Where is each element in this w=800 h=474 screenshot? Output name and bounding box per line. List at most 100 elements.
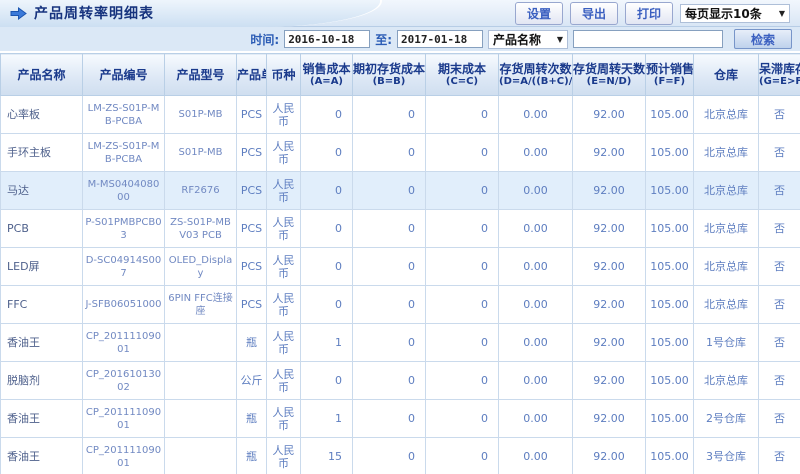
cell-sales-cost: 15 [301,438,353,474]
table-row[interactable]: 香油王 CP_20111109001 瓶 人民币 1 0 0 0.00 92.0… [1,324,800,362]
cell-unit: PCS [237,134,267,172]
date-from-input[interactable] [284,30,370,48]
cell-expected-sales: 105.00 [646,210,694,248]
column-header[interactable]: 期末成本 (C=C) [426,54,499,96]
cell-end-cost: 0 [426,324,499,362]
cell-turnover-days: 92.00 [573,438,646,474]
cell-warehouse: 3号仓库 [694,438,759,474]
cell-product-model: RF2676 [165,172,237,210]
table-row[interactable]: LED屏 D-SC04914S007 OLED_Display PCS 人民币 … [1,248,800,286]
cell-sales-cost: 0 [301,362,353,400]
cell-sales-cost: 0 [301,96,353,134]
cell-end-cost: 0 [426,438,499,474]
cell-begin-cost: 0 [353,286,426,324]
cell-begin-cost: 0 [353,172,426,210]
column-header[interactable]: 呆滞库存 (G=E>F) [759,54,800,96]
cell-product-code: M-MS040408000 [83,172,165,210]
column-header[interactable]: 产品名称 [1,54,83,96]
column-formula: (D=A/((B+C)/ [499,76,572,88]
column-header[interactable]: 期初存货成本 (B=B) [353,54,426,96]
date-to-input[interactable] [397,30,483,48]
column-label: 币种 [267,68,300,82]
export-button[interactable]: 导出 [570,2,618,25]
table-row[interactable]: 脱脑剂 CP_20161013002 公斤 人民币 0 0 0 0.00 92.… [1,362,800,400]
column-header[interactable]: 产品编号 [83,54,165,96]
cell-product-code: CP_20161013002 [83,362,165,400]
cell-product-name: 香油王 [1,400,83,438]
table-header-row: 产品名称 产品编号 产品型号 产品单 币种 销售成本 (A=A) 期初存货成本 … [1,54,800,96]
cell-product-model [165,324,237,362]
column-header[interactable]: 产品单 [237,54,267,96]
column-formula: (C=C) [426,76,498,88]
cell-sluggish: 否 [759,324,800,362]
table-row[interactable]: 马达 M-MS040408000 RF2676 PCS 人民币 0 0 0 0.… [1,172,800,210]
cell-sluggish: 否 [759,438,800,474]
cell-product-name: 手环主板 [1,134,83,172]
table-row[interactable]: FFC J-SFB06051000 6PIN FFC连接座 PCS 人民币 0 … [1,286,800,324]
table-row[interactable]: 香油王 CP_20111109001 瓶 人民币 15 0 0 0.00 92.… [1,438,800,474]
cell-warehouse: 北京总库 [694,96,759,134]
cell-product-code: LM-ZS-S01P-MB-PCBA [83,96,165,134]
column-header[interactable]: 销售成本 (A=A) [301,54,353,96]
turnover-table: 产品名称 产品编号 产品型号 产品单 币种 销售成本 (A=A) 期初存货成本 … [0,53,800,474]
column-header[interactable]: 币种 [267,54,301,96]
cell-product-model: S01P-MB [165,96,237,134]
cell-product-code: CP_20111109001 [83,400,165,438]
cell-expected-sales: 105.00 [646,134,694,172]
column-header[interactable]: 产品型号 [165,54,237,96]
cell-turnover-days: 92.00 [573,134,646,172]
cell-currency: 人民币 [267,96,301,134]
page-size-select[interactable]: 每页显示10条 ▼ [680,4,790,23]
column-header[interactable]: 存货周转次数 (D=A/((B+C)/ [499,54,573,96]
cell-begin-cost: 0 [353,400,426,438]
column-header[interactable]: 预计销售 (F=F) [646,54,694,96]
cell-sales-cost: 0 [301,248,353,286]
table-row[interactable]: 香油王 CP_20111109001 瓶 人民币 1 0 0 0.00 92.0… [1,400,800,438]
search-button[interactable]: 检索 [734,29,792,49]
cell-sluggish: 否 [759,400,800,438]
cell-end-cost: 0 [426,134,499,172]
cell-begin-cost: 0 [353,324,426,362]
cell-unit: PCS [237,248,267,286]
keyword-input[interactable] [573,30,723,48]
cell-sluggish: 否 [759,96,800,134]
column-label: 存货周转天数 [573,62,645,76]
cell-unit: PCS [237,210,267,248]
cell-unit: 瓶 [237,324,267,362]
cell-sluggish: 否 [759,286,800,324]
cell-sales-cost: 0 [301,286,353,324]
cell-begin-cost: 0 [353,134,426,172]
cell-sales-cost: 0 [301,134,353,172]
print-button[interactable]: 打印 [625,2,673,25]
cell-product-code: D-SC04914S007 [83,248,165,286]
cell-product-name: 马达 [1,172,83,210]
cell-turnover-times: 0.00 [499,362,573,400]
cell-sluggish: 否 [759,248,800,286]
page-size-value: 每页显示10条 [685,5,762,22]
cell-expected-sales: 105.00 [646,286,694,324]
cell-warehouse: 2号仓库 [694,400,759,438]
search-field-select[interactable]: 产品名称 ▼ [488,30,568,49]
settings-button[interactable]: 设置 [515,2,563,25]
column-header[interactable]: 仓库 [694,54,759,96]
cell-turnover-times: 0.00 [499,286,573,324]
cell-end-cost: 0 [426,172,499,210]
table-row[interactable]: PCB P-S01PMBPCB03 ZS-S01P-MB V03 PCB PCS… [1,210,800,248]
cell-expected-sales: 105.00 [646,324,694,362]
cell-expected-sales: 105.00 [646,400,694,438]
cell-unit: 瓶 [237,438,267,474]
cell-warehouse: 北京总库 [694,286,759,324]
table-row[interactable]: 手环主板 LM-ZS-S01P-MB-PCBA S01P-MB PCS 人民币 … [1,134,800,172]
cell-warehouse: 北京总库 [694,362,759,400]
cell-product-name: 香油王 [1,438,83,474]
cell-turnover-days: 92.00 [573,210,646,248]
column-header[interactable]: 存货周转天数 (E=N/D) [573,54,646,96]
cell-currency: 人民币 [267,210,301,248]
cell-product-code: CP_20111109001 [83,438,165,474]
cell-end-cost: 0 [426,362,499,400]
cell-sales-cost: 0 [301,172,353,210]
column-formula: (B=B) [353,76,425,88]
arrow-right-icon [10,7,27,20]
cell-turnover-times: 0.00 [499,324,573,362]
table-row[interactable]: 心率板 LM-ZS-S01P-MB-PCBA S01P-MB PCS 人民币 0… [1,96,800,134]
